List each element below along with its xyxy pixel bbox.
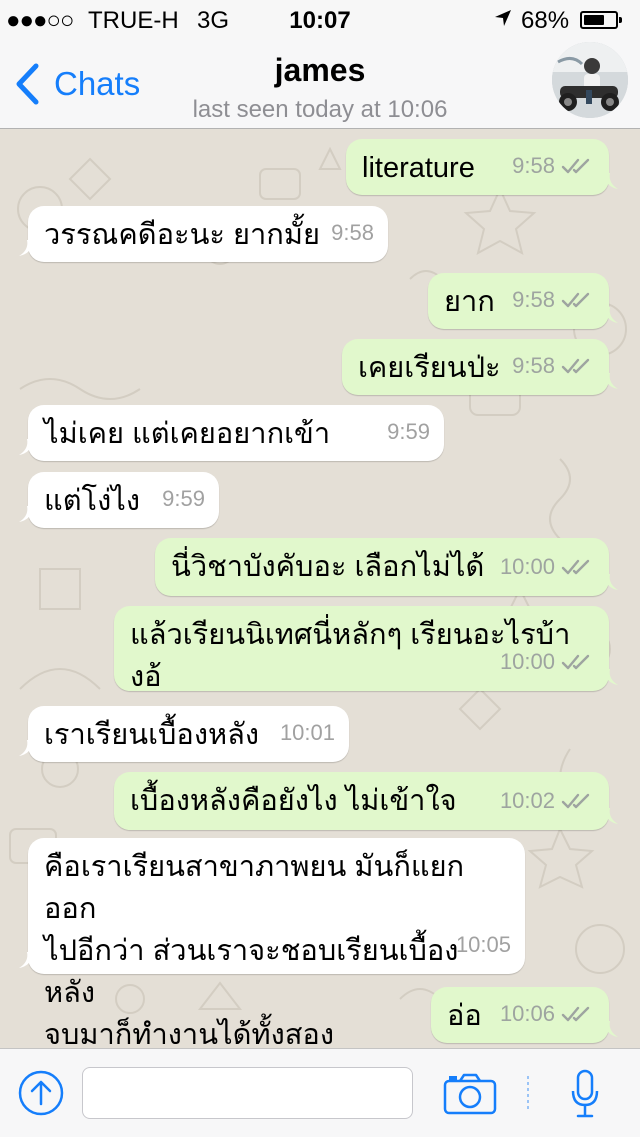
- message-text: ไม่เคย แต่เคยอยากเข้า: [44, 418, 331, 450]
- message-text: เคยเรียนป่ะ: [358, 352, 501, 384]
- message-meta: 10:01: [280, 712, 335, 754]
- status-bar: ●●●○○ TRUE-H 3G 10:07 68%: [0, 0, 640, 40]
- message-time: 10:05: [455, 932, 511, 957]
- message-time: 10:06: [499, 1001, 555, 1026]
- bubble-tail: [602, 574, 618, 590]
- message-text: เบื้องหลังคือยังไง ไม่เข้าใจ: [130, 785, 457, 817]
- navigation-bar: Chats james last seen today at 10:06: [0, 40, 640, 129]
- double-check-icon: [561, 1006, 590, 1022]
- double-check-icon: [561, 559, 590, 575]
- message-text: แต่โง่ไง: [44, 485, 141, 517]
- bubble-tail: [19, 740, 35, 756]
- outgoing-message[interactable]: แล้วเรียนนิเทศนี่หลักๆ เรียนอะไรบ้างอ้ 10…: [114, 606, 618, 693]
- incoming-message[interactable]: ไม่เคย แต่เคยอยากเข้า 9:59: [19, 405, 444, 461]
- message-meta: 10:00: [500, 641, 595, 683]
- bubble-tail: [19, 506, 35, 522]
- outgoing-message[interactable]: เคยเรียนป่ะ 9:58: [342, 339, 618, 395]
- message-meta: 10:02: [500, 780, 595, 822]
- double-check-icon: [561, 158, 590, 174]
- outgoing-message[interactable]: ยาก 9:58: [428, 273, 618, 329]
- message-meta: 9:58: [331, 212, 374, 254]
- message-time: 10:00: [499, 554, 555, 579]
- message-meta: 10:06: [500, 993, 595, 1035]
- last-seen-status: last seen today at 10:06: [192, 96, 448, 123]
- message-meta: 9:59: [387, 411, 430, 453]
- contact-name[interactable]: james: [0, 52, 640, 89]
- message-text: วรรณคดีอะนะ ยากมั้ย: [44, 219, 320, 251]
- double-check-icon: [561, 358, 590, 374]
- outgoing-message[interactable]: เบื้องหลังคือยังไง ไม่เข้าใจ 10:02: [114, 772, 618, 830]
- incoming-message[interactable]: แต่โง่ไง 9:59: [19, 472, 219, 528]
- message-time: 9:58: [512, 287, 555, 312]
- input-bar: [0, 1048, 640, 1137]
- message-text: เราเรียนเบื้องหลัง: [44, 719, 260, 751]
- message-time: 9:58: [331, 220, 374, 245]
- bubble-tail: [602, 808, 618, 824]
- bubble-tail: [602, 307, 618, 323]
- bubble-tail: [19, 439, 35, 455]
- input-divider: [527, 1076, 529, 1110]
- battery-percent: 68%: [521, 7, 570, 34]
- message-meta: 10:00: [500, 546, 595, 588]
- outgoing-message[interactable]: นี่วิชาบังคับอะ เลือกไม่ได้ 10:00: [155, 538, 618, 596]
- chat-area[interactable]: literature 9:58 วรรณคดีอะนะ ยากมั้ย 9:58 ยาก…: [0, 129, 640, 1048]
- message-time: 10:02: [499, 788, 555, 813]
- microphone-icon[interactable]: [570, 1069, 600, 1119]
- message-time: 10:01: [279, 720, 335, 745]
- outgoing-message[interactable]: literature 9:58: [346, 139, 618, 195]
- message-text: นี่วิชาบังคับอะ เลือกไม่ได้: [171, 551, 485, 583]
- message-meta: 10:05: [456, 924, 511, 966]
- location-arrow-icon: [493, 7, 513, 35]
- message-text: literature: [362, 152, 475, 184]
- double-check-icon: [561, 793, 590, 809]
- message-time: 9:59: [387, 419, 430, 444]
- bubble-tail: [602, 1021, 618, 1037]
- message-meta: 9:58: [512, 145, 595, 187]
- message-time: 10:00: [499, 649, 555, 674]
- bubble-tail: [602, 669, 618, 685]
- double-check-icon: [561, 292, 590, 308]
- message-time: 9:58: [512, 353, 555, 378]
- bubble-tail: [19, 952, 35, 968]
- incoming-message[interactable]: คือเราเรียนสาขาภาพยน มันก็แยกออก ไปอีกว่า…: [19, 838, 525, 1048]
- incoming-message[interactable]: เราเรียนเบื้องหลัง 10:01: [19, 706, 349, 762]
- camera-icon[interactable]: [443, 1073, 497, 1115]
- bubble-tail: [19, 240, 35, 256]
- message-input[interactable]: [82, 1067, 413, 1119]
- message-time: 9:58: [512, 153, 555, 178]
- message-meta: 9:58: [512, 345, 595, 387]
- bubble-tail: [602, 373, 618, 389]
- bubble-tail: [602, 173, 618, 189]
- message-meta: 9:59: [162, 478, 205, 520]
- message-text: ยาก: [444, 286, 495, 318]
- message-meta: 9:58: [512, 279, 595, 321]
- battery-icon: [580, 11, 622, 29]
- incoming-message[interactable]: วรรณคดีอะนะ ยากมั้ย 9:58: [19, 206, 388, 262]
- message-time: 9:59: [162, 486, 205, 511]
- outgoing-message[interactable]: อ่อ 10:06: [431, 987, 618, 1043]
- share-arrow-up-icon[interactable]: [18, 1070, 64, 1116]
- contact-avatar[interactable]: [552, 42, 628, 118]
- message-text: อ่อ: [447, 1000, 482, 1032]
- double-check-icon: [561, 654, 590, 670]
